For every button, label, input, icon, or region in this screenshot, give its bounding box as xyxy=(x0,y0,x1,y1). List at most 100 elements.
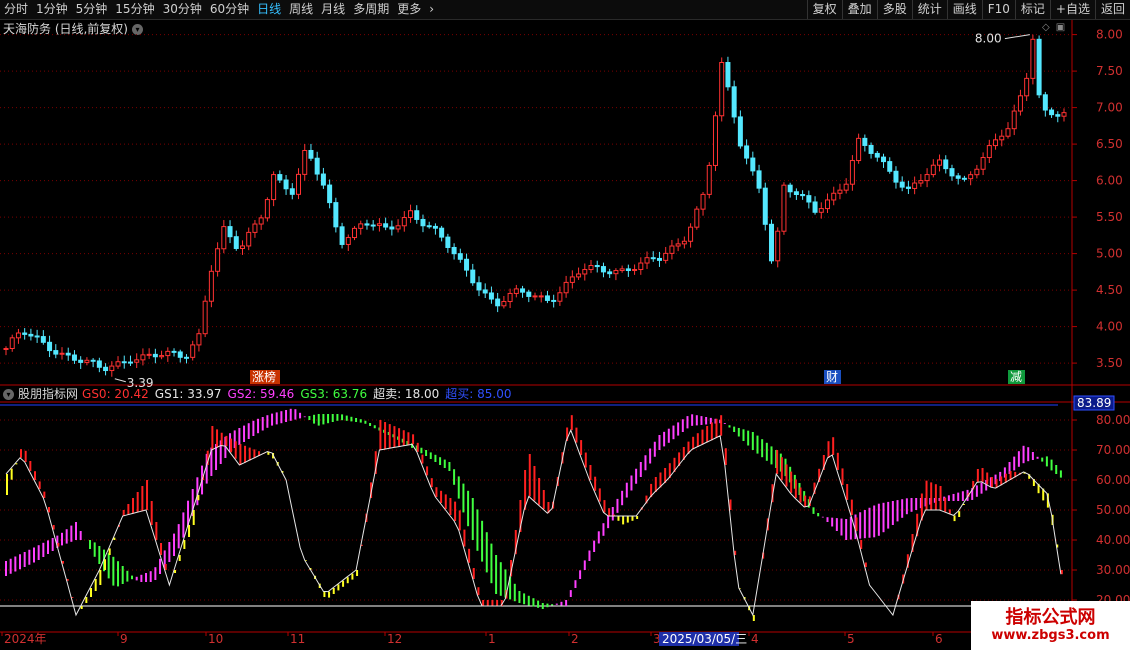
candle-body xyxy=(121,361,127,364)
candle-body xyxy=(59,352,65,355)
candle-body xyxy=(376,223,382,226)
candle-body xyxy=(408,210,414,219)
candle-body xyxy=(389,226,395,230)
watermark-title: 指标公式网 xyxy=(1005,606,1096,628)
candle-body xyxy=(271,174,277,201)
indicator-tick-label: 70.00 xyxy=(1096,443,1130,457)
candle-body xyxy=(90,359,96,362)
price-tick-label: 5.50 xyxy=(1096,210,1123,224)
candle-body xyxy=(1030,38,1036,79)
candle-body xyxy=(812,201,818,213)
candle-body xyxy=(233,236,239,249)
candle-body xyxy=(327,184,333,204)
chart-canvas: 3.50 4.00 4.50 5.00 5.50 6.00 6.50 7.00 7.50 8.00… xyxy=(0,20,1130,646)
candle-body xyxy=(28,333,34,337)
candle-body xyxy=(352,227,358,239)
candle-body xyxy=(800,194,806,197)
candle-body xyxy=(625,268,631,272)
candle-body xyxy=(594,265,600,268)
candle-body xyxy=(246,231,252,247)
candle-body xyxy=(551,299,557,302)
candle-body xyxy=(806,195,812,203)
candle-body xyxy=(563,281,569,294)
candle-body xyxy=(339,226,345,245)
candle-body xyxy=(345,237,351,245)
x-tick-label: 1 xyxy=(488,632,496,646)
indicator-bars xyxy=(5,408,1063,621)
x-tick-label: 9 xyxy=(120,632,128,646)
candle-body xyxy=(719,62,725,117)
indicator-tick-label: 50.00 xyxy=(1096,503,1130,517)
candle-body xyxy=(277,174,283,181)
price-tick-label: 5.00 xyxy=(1096,247,1123,261)
price-tick-label: 4.50 xyxy=(1096,283,1123,297)
candle-body xyxy=(333,202,339,228)
candle-body xyxy=(538,295,544,298)
price-tick-label: 8.00 xyxy=(1096,28,1123,42)
candle-body xyxy=(986,145,992,159)
marker-jian: 减 xyxy=(1010,370,1022,384)
candle-body xyxy=(775,230,781,262)
candle-body xyxy=(451,246,457,255)
candle-body xyxy=(874,152,880,158)
max-price-label: 8.00 xyxy=(975,32,1002,46)
candle-body xyxy=(414,210,420,220)
candle-body xyxy=(289,188,295,195)
x-tick-label: 2 xyxy=(571,632,579,646)
candle-body xyxy=(283,179,289,190)
indicator-tick-label: 30.00 xyxy=(1096,563,1130,577)
candle-body xyxy=(918,180,924,184)
candle-body xyxy=(831,192,837,201)
candle-body xyxy=(924,174,930,182)
candle-body xyxy=(1036,38,1042,96)
candle-body xyxy=(140,354,146,361)
candle-body xyxy=(1005,128,1011,137)
indicator-tick-label: 60.00 xyxy=(1096,473,1130,487)
candle-body xyxy=(401,217,407,227)
candle-body xyxy=(576,273,582,278)
current-value-label: 83.89 xyxy=(1077,396,1111,410)
candle-body xyxy=(22,332,28,335)
candle-body xyxy=(495,298,501,307)
candle-body xyxy=(445,236,451,248)
candle-body xyxy=(750,157,756,172)
candle-body xyxy=(127,361,133,364)
candle-body xyxy=(725,62,731,88)
candle-body xyxy=(513,288,519,294)
candle-body xyxy=(700,193,706,210)
candle-body xyxy=(190,344,196,358)
candle-body xyxy=(202,300,208,335)
candle-body xyxy=(663,252,669,261)
candle-body xyxy=(1011,110,1017,130)
candle-body xyxy=(96,360,102,368)
candle-body xyxy=(177,351,183,358)
candle-body xyxy=(893,170,899,183)
candle-body xyxy=(103,366,109,372)
candle-body xyxy=(600,266,606,273)
candle-body xyxy=(1061,112,1067,117)
candle-body xyxy=(65,352,71,356)
min-price-label: 3.39 xyxy=(127,376,154,390)
candle-body xyxy=(53,350,59,355)
candle-body xyxy=(507,292,513,303)
candle-body xyxy=(712,115,718,166)
candle-body xyxy=(526,291,532,297)
price-tick-label: 3.50 xyxy=(1096,356,1123,370)
candle-body xyxy=(582,269,588,275)
candle-body xyxy=(426,225,432,228)
candle-body xyxy=(650,257,656,260)
candle-body xyxy=(1017,95,1023,112)
candle-body xyxy=(109,365,115,372)
candle-body xyxy=(681,240,687,245)
candle-body xyxy=(146,353,152,356)
x-tick-label: 5 xyxy=(847,632,855,646)
indicator-tick-label: 80.00 xyxy=(1096,413,1130,427)
candle-body xyxy=(134,359,140,363)
candle-body xyxy=(993,139,999,147)
candle-body xyxy=(308,149,314,159)
candle-body xyxy=(227,226,233,238)
candle-body xyxy=(744,145,750,159)
price-tick-label: 7.00 xyxy=(1096,101,1123,115)
candle-body xyxy=(439,227,445,238)
candle-body xyxy=(787,184,793,193)
